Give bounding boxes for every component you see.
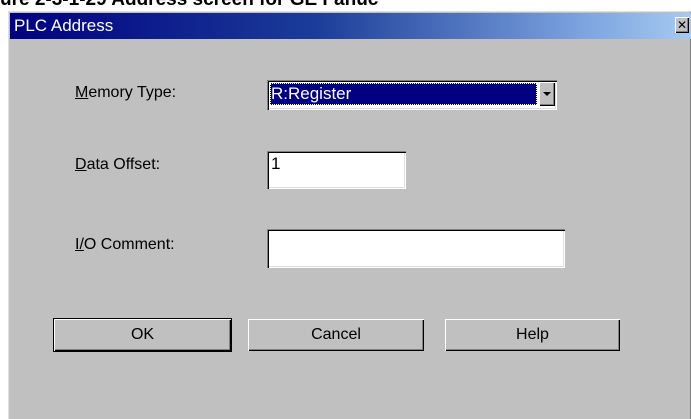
io-comment-label: I/O Comment: [75,236,175,253]
memory-type-label: Memory Type: [75,84,177,101]
close-icon: ✕ [676,18,688,32]
data-offset-field[interactable]: 1 [267,151,406,189]
memory-type-select[interactable]: R:Register [267,80,557,110]
data-offset-label: Data Offset: [75,156,161,173]
cancel-button[interactable]: Cancel [248,319,424,351]
chevron-down-icon [543,92,551,96]
figure-caption: ure 2-3-1-29 Address screen for GE Fanuc [0,0,691,11]
help-button[interactable]: Help [445,319,620,351]
close-button[interactable]: ✕ [675,17,689,33]
title-bar[interactable]: PLC Address ✕ [10,13,691,39]
memory-type-dropdown-button[interactable] [539,82,555,106]
ok-button[interactable]: OK [53,318,232,352]
plc-address-dialog: PLC Address ✕ Memory Type: R:Register Da… [8,11,691,419]
io-comment-field[interactable] [267,229,565,268]
window-title: PLC Address [14,16,114,35]
memory-type-selected-value: R:Register [270,83,537,105]
data-offset-value: 1 [271,154,281,173]
